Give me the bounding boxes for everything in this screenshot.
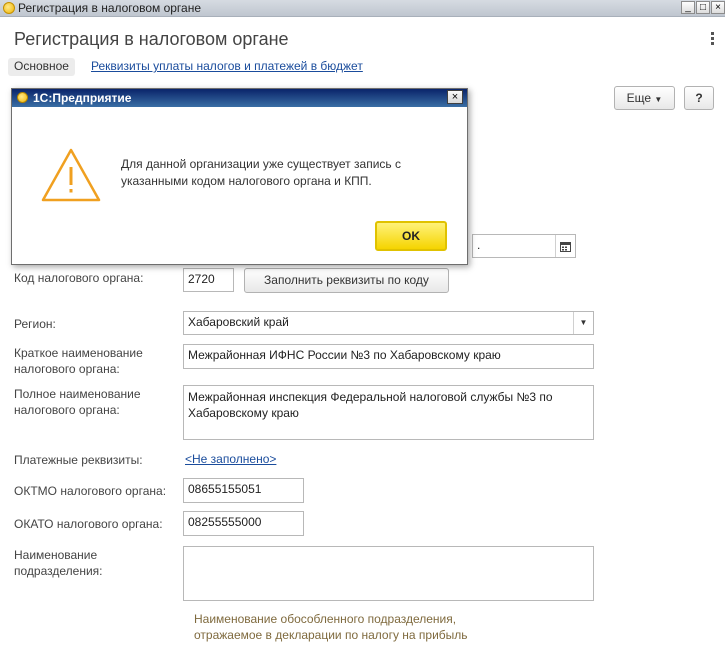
region-select[interactable]: Хабаровский край ▼ [183, 311, 594, 335]
more-button-label: Еще [626, 91, 652, 105]
close-window-button[interactable]: × [711, 1, 725, 14]
date-field[interactable]: . [472, 234, 576, 258]
region-label: Регион: [14, 317, 56, 331]
warning-icon [40, 147, 102, 206]
minimize-button[interactable]: _ [681, 1, 695, 14]
region-value: Хабаровский край [188, 315, 289, 329]
short-name-label: Краткое наименование налогового органа: [14, 346, 143, 376]
tax-code-label: Код налогового органа: [14, 271, 144, 285]
calendar-icon[interactable] [555, 235, 575, 257]
okato-input[interactable]: 08255555000 [183, 511, 304, 536]
short-name-input[interactable]: Межрайонная ИФНС России №3 по Хабаровско… [183, 344, 594, 369]
dialog-title: 1С:Предприятие [33, 91, 132, 105]
tab-payment-details[interactable]: Реквизиты уплаты налогов и платежей в бю… [91, 59, 363, 73]
app-logo-icon [17, 92, 28, 103]
maximize-button[interactable]: □ [696, 1, 710, 14]
oktmo-input[interactable]: 08655155051 [183, 478, 304, 503]
fill-by-code-button[interactable]: Заполнить реквизиты по коду [244, 268, 449, 293]
warning-dialog: 1С:Предприятие × Для данной организации … [11, 88, 468, 265]
tab-main[interactable]: Основное [8, 58, 75, 76]
oktmo-label: ОКТМО налогового органа: [14, 484, 167, 498]
date-field-value: . [477, 238, 481, 252]
full-name-textarea[interactable]: Межрайонная инспекция Федеральной налого… [183, 385, 594, 440]
chevron-down-icon: ▼ [654, 95, 663, 104]
dialog-message: Для данной организации уже существует за… [121, 157, 401, 188]
page-title: Регистрация в налоговом органе [14, 29, 289, 49]
payment-details-link[interactable]: <Не заполнено> [185, 452, 276, 466]
division-label: Наименование подразделения: [14, 548, 103, 578]
dialog-close-button[interactable]: × [447, 90, 463, 104]
ok-button[interactable]: OK [375, 221, 447, 251]
more-button[interactable]: Еще ▼ [614, 86, 675, 110]
tax-code-input[interactable]: 2720 [183, 268, 234, 292]
okato-label: ОКАТО налогового органа: [14, 517, 163, 531]
app-logo-icon [3, 2, 15, 14]
chevron-down-icon[interactable]: ▼ [573, 312, 593, 334]
help-button[interactable]: ? [684, 86, 714, 110]
division-textarea[interactable] [183, 546, 594, 601]
window-titlebar: Регистрация в налоговом органе _ □ × [0, 0, 725, 17]
more-menu-icon[interactable] [711, 32, 715, 47]
dialog-titlebar: 1С:Предприятие × [12, 89, 467, 107]
window-title: Регистрация в налоговом органе [18, 1, 202, 15]
payment-details-label: Платежные реквизиты: [14, 453, 143, 467]
full-name-label: Полное наименование налогового органа: [14, 387, 141, 417]
division-hint: Наименование обособленного подразделения… [194, 612, 468, 642]
